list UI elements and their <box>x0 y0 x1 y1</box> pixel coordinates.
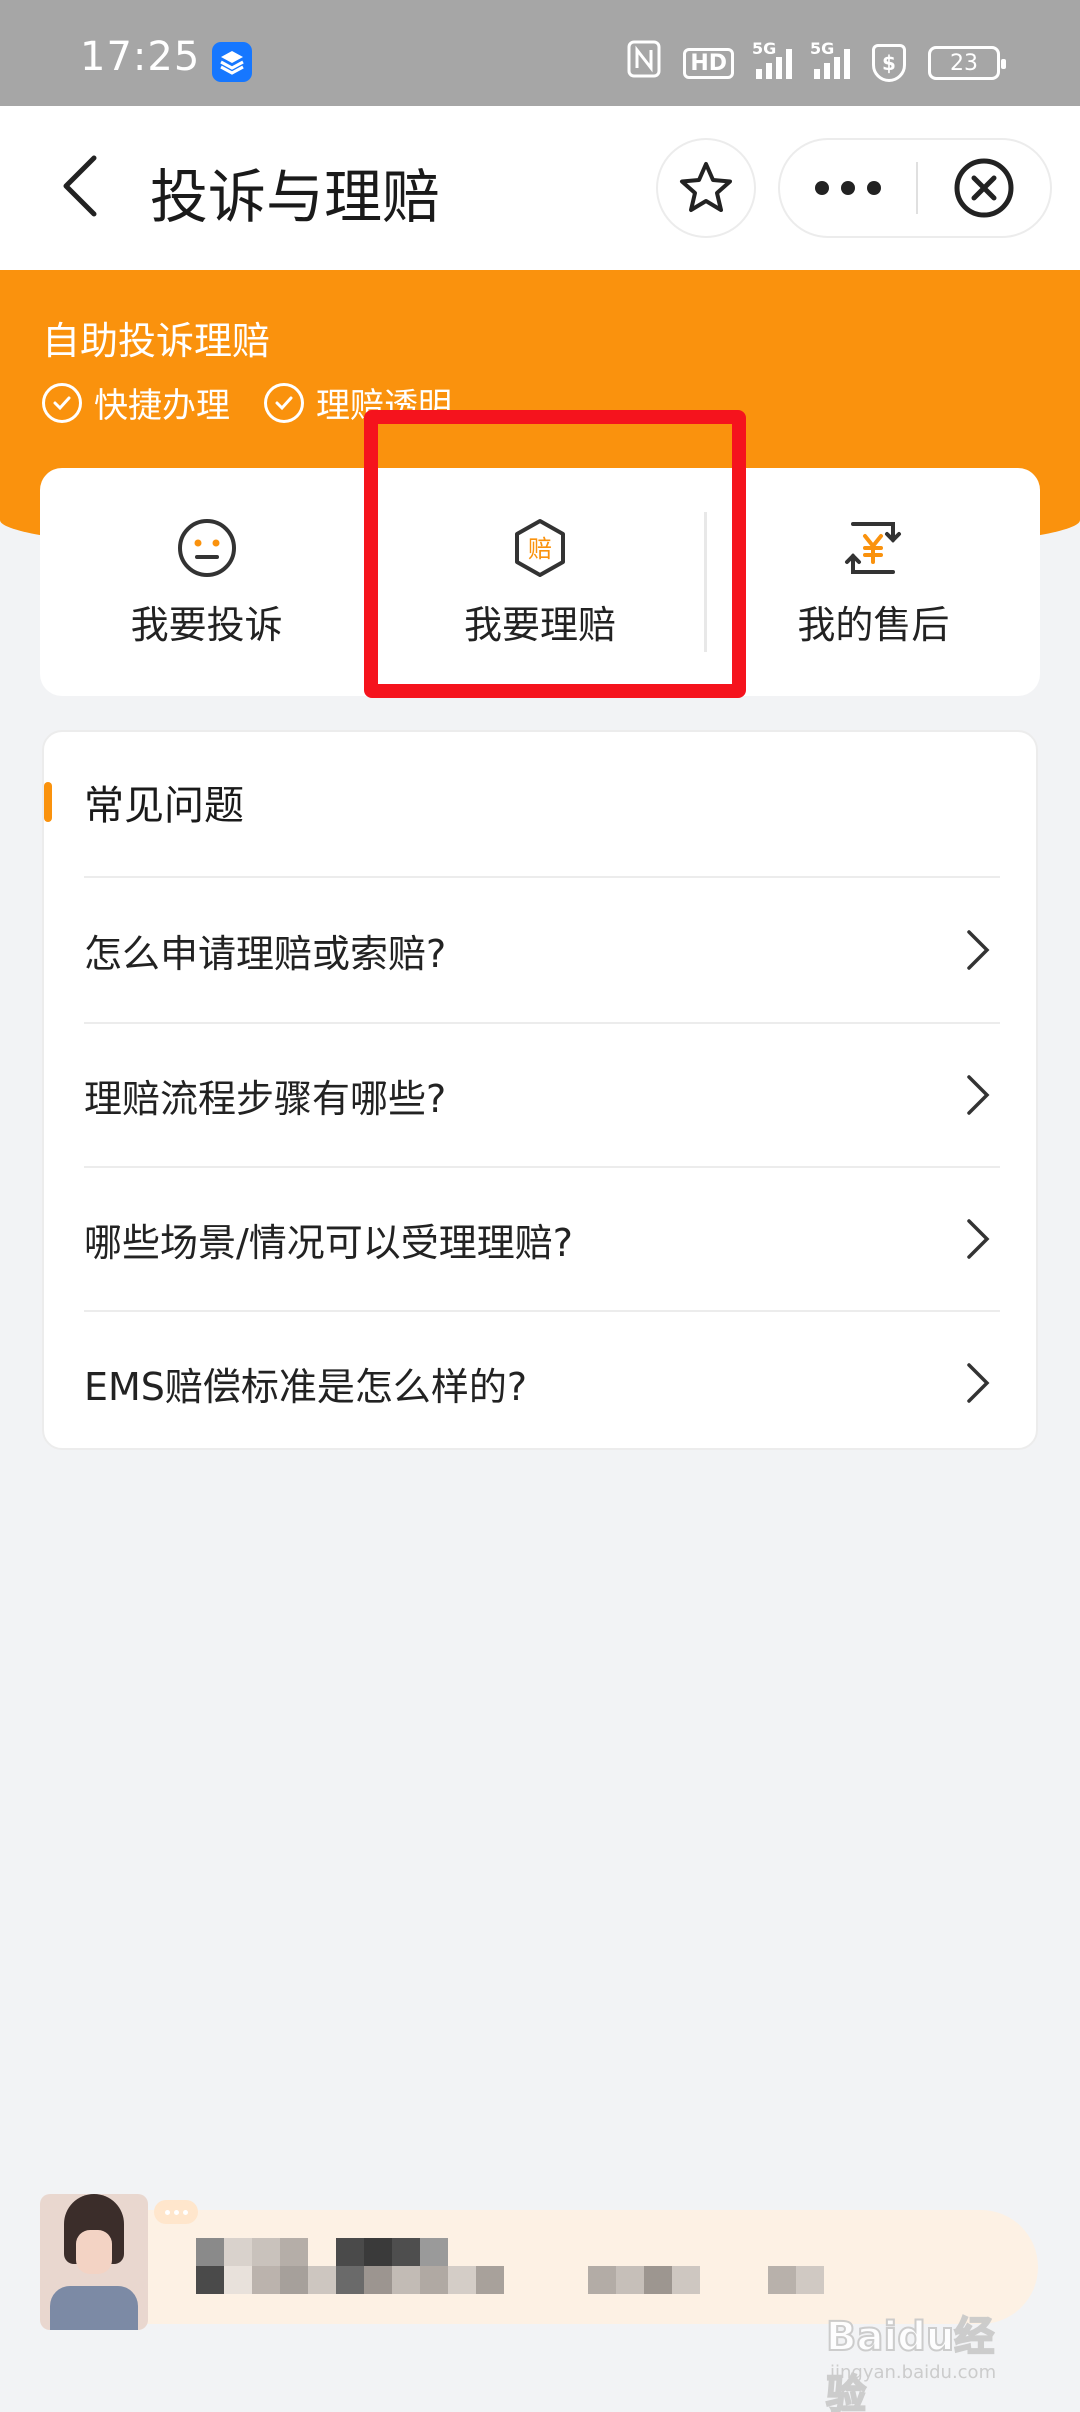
faq-card: 常见问题 怎么申请理赔或索赔? 理赔流程步骤有哪些? 哪些场景/情况可以受理理赔… <box>42 730 1038 1450</box>
svg-text:赔: 赔 <box>528 535 552 563</box>
signal-5g-icon: 5G <box>810 39 850 79</box>
after-sales-button[interactable]: 我的售后 <box>707 468 1040 696</box>
action-label: 我要投诉 <box>130 602 283 647</box>
check-circle-icon <box>42 382 82 423</box>
more-icon <box>815 181 829 195</box>
faq-item[interactable]: EMS赔偿标准是怎么样的? <box>84 1310 1000 1454</box>
faq-item[interactable]: 怎么申请理赔或索赔? <box>84 876 1000 1022</box>
faq-question: 怎么申请理赔或索赔? <box>84 931 447 976</box>
avatar[interactable] <box>40 2194 148 2330</box>
status-bar: 17:25 HD 5G 5G $ 23 <box>0 0 1080 106</box>
faq-list: 怎么申请理赔或索赔? 理赔流程步骤有哪些? 哪些场景/情况可以受理理赔? EMS… <box>84 876 1000 1454</box>
complaint-button[interactable]: 我要投诉 <box>40 468 373 696</box>
faq-question: 理赔流程步骤有哪些? <box>84 1076 447 1121</box>
banner-tags: 快捷办理 理赔透明 <box>42 378 452 427</box>
faq-title: 常见问题 <box>84 783 244 829</box>
pixelated-message <box>196 2238 856 2296</box>
yuan-exchange-icon <box>845 521 902 574</box>
shield-icon: $ <box>872 44 906 82</box>
chevron-right-icon <box>956 1217 1000 1261</box>
close-circle-icon <box>954 158 1014 218</box>
chevron-right-icon <box>956 928 1000 972</box>
nav-bar: 投诉与理赔 <box>0 106 1080 270</box>
hd-icon: HD <box>683 47 734 79</box>
battery-icon: 23 <box>928 46 1006 80</box>
mini-program-capsule <box>778 138 1052 238</box>
signal-5g-icon: 5G <box>752 39 792 79</box>
back-button[interactable] <box>48 150 120 222</box>
page-title: 投诉与理赔 <box>150 163 441 231</box>
faq-question: 哪些场景/情况可以受理理赔? <box>84 1220 573 1265</box>
back-arrow-icon <box>63 155 97 217</box>
faq-item[interactable]: 哪些场景/情况可以受理理赔? <box>84 1166 1000 1310</box>
battery-level: 23 <box>950 50 978 76</box>
banner-tag-label: 理赔透明 <box>316 386 452 426</box>
status-time: 17:25 <box>80 34 201 80</box>
baidu-watermark: Baidu经验 jingyan.baidu.com <box>825 2300 1026 2412</box>
watermark-brand: Baidu经验 <box>825 2313 995 2412</box>
faq-accent-bar <box>44 782 52 822</box>
banner-tag: 快捷办理 <box>42 378 230 427</box>
app-icon <box>212 42 252 82</box>
claim-button[interactable]: 赔 我要理赔 <box>373 468 707 696</box>
neutral-face-icon <box>177 518 236 577</box>
banner-tag-label: 快捷办理 <box>94 386 230 426</box>
chevron-right-icon <box>956 1073 1000 1117</box>
nfc-icon <box>627 40 661 86</box>
compensation-hexagon-icon: 赔 <box>514 518 565 577</box>
watermark-url: jingyan.baidu.com <box>830 2362 997 2383</box>
banner-tag: 理赔透明 <box>264 378 452 427</box>
check-circle-icon <box>264 382 304 423</box>
star-icon <box>680 162 732 212</box>
action-label: 我的售后 <box>797 602 950 647</box>
favorite-button[interactable] <box>656 138 756 238</box>
banner-title: 自助投诉理赔 <box>42 319 271 363</box>
chevron-right-icon <box>956 1361 1000 1405</box>
more-button[interactable] <box>780 140 916 236</box>
action-card: 我要投诉 赔 我要理赔 我的售后 <box>40 468 1040 696</box>
faq-header: 常见问题 <box>44 772 244 832</box>
close-button[interactable] <box>918 140 1050 236</box>
action-label: 我要理赔 <box>463 602 616 647</box>
faq-question: EMS赔偿标准是怎么样的? <box>84 1364 528 1409</box>
typing-dots-icon <box>154 2200 198 2224</box>
faq-item[interactable]: 理赔流程步骤有哪些? <box>84 1022 1000 1166</box>
